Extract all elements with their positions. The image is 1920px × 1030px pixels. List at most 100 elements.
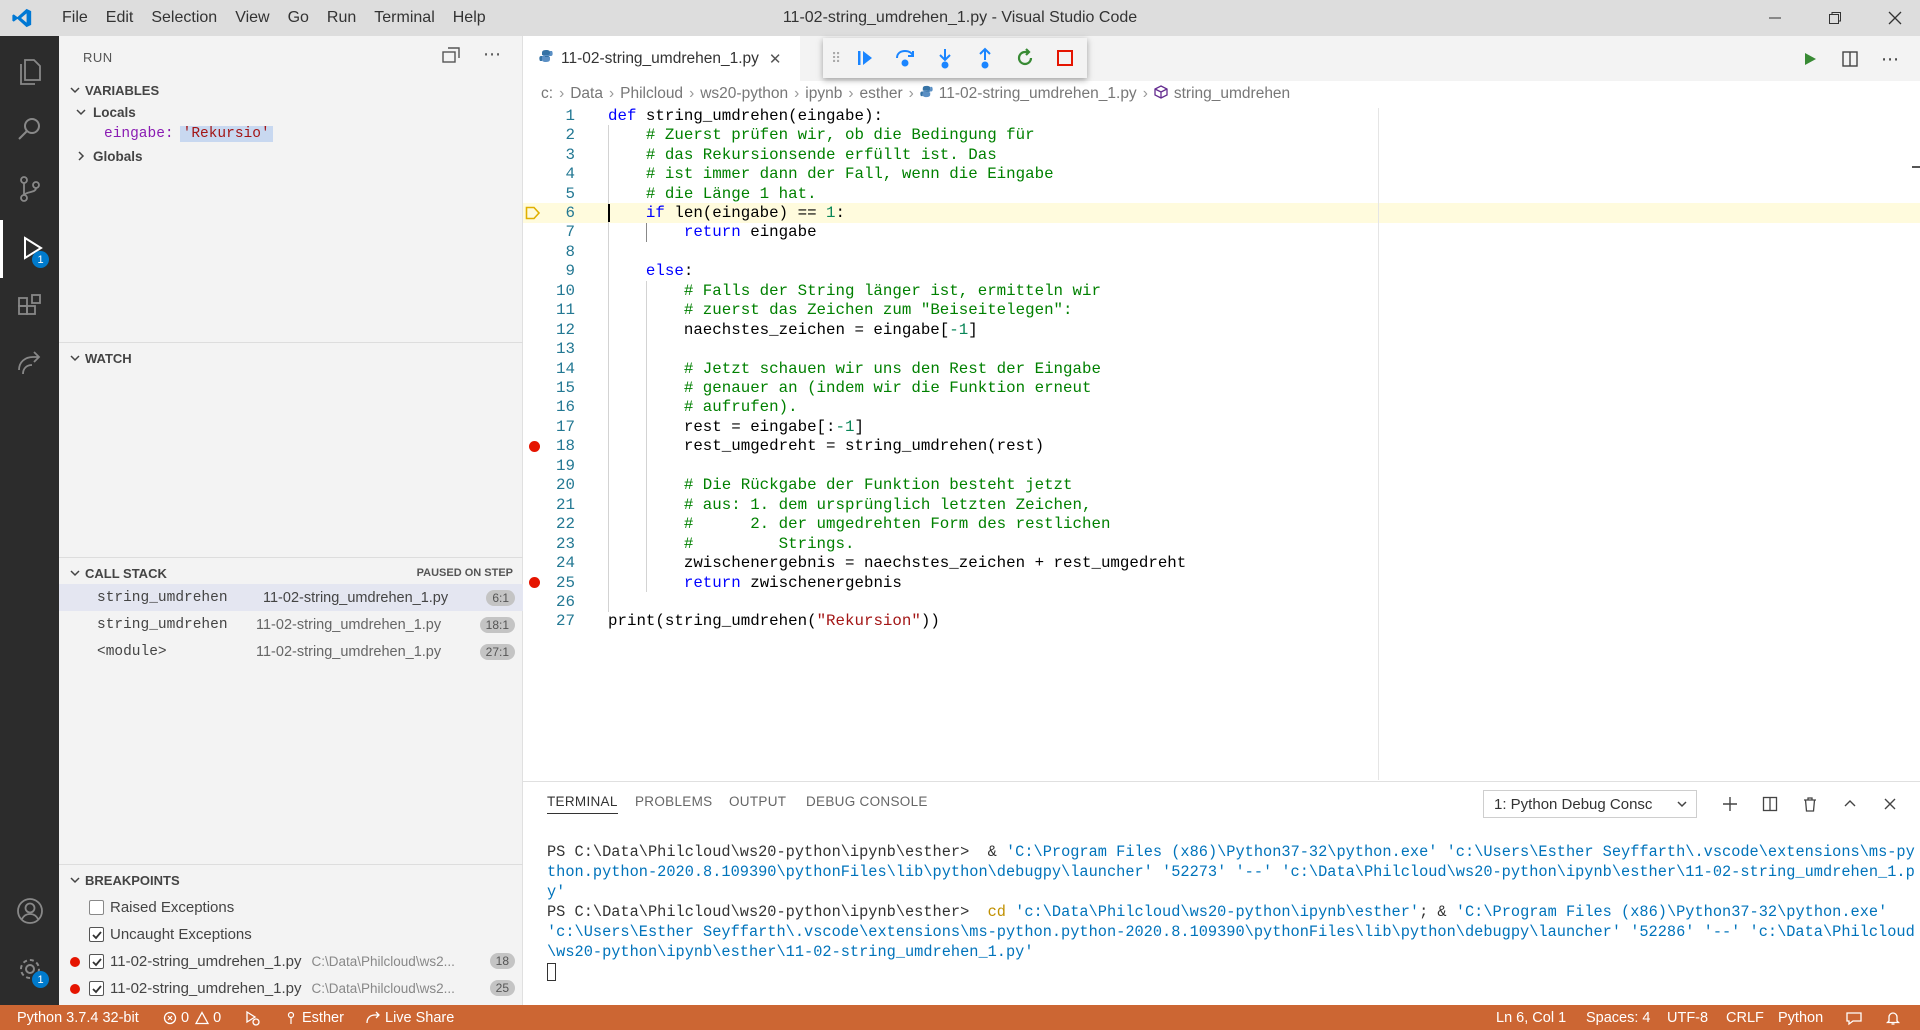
sash[interactable] — [59, 342, 523, 343]
code-line[interactable]: 2 # Zuerst prüfen wir, ob die Bedingung … — [523, 125, 1920, 144]
search-icon[interactable] — [0, 100, 59, 158]
callstack-frame[interactable]: string_umdrehen 11-02-string_umdrehen_1.… — [59, 611, 523, 638]
remote-explorer-icon[interactable] — [0, 334, 59, 392]
checkbox-checked-icon[interactable] — [89, 927, 104, 942]
terminal-output[interactable]: PS C:\Data\Philcloud\ws20-python\ipynb\e… — [547, 842, 1917, 982]
code-line[interactable]: 24 zwischenergebnis = naechstes_zeichen … — [523, 553, 1920, 572]
close-tab-icon[interactable]: ✕ — [769, 50, 782, 68]
breakpoint-uncaught-exceptions[interactable]: Uncaught Exceptions — [59, 921, 523, 948]
accounts-icon[interactable] — [0, 882, 59, 940]
open-launch-config-icon[interactable] — [441, 46, 465, 70]
indentation-status[interactable]: Spaces: 4 — [1586, 1005, 1651, 1030]
variable-eingabe[interactable]: eingabe: 'Rekursio' — [104, 122, 273, 146]
breadcrumb-item[interactable]: string_umdrehen — [1174, 85, 1290, 103]
breadcrumb-item[interactable]: ipynb — [805, 85, 842, 103]
code-line[interactable]: 26 — [523, 592, 1920, 611]
menu-help[interactable]: Help — [444, 0, 495, 36]
breadcrumb-item[interactable]: c: — [541, 85, 553, 103]
split-editor-icon[interactable] — [1833, 42, 1867, 76]
menu-selection[interactable]: Selection — [142, 0, 226, 36]
code-line[interactable]: 21 # aus: 1. dem ursprünglich letzten Ze… — [523, 495, 1920, 514]
menu-view[interactable]: View — [226, 0, 278, 36]
code-line[interactable]: 4 # ist immer dann der Fall, wenn die Ei… — [523, 164, 1920, 183]
code-line[interactable]: 3 # das Rekursionsende erfüllt ist. Das — [523, 145, 1920, 164]
step-over-icon[interactable] — [885, 38, 925, 78]
editor-tab[interactable]: 11-02-string_umdrehen_1.py ✕ — [523, 36, 800, 81]
run-debug-icon[interactable]: 1 — [0, 220, 59, 278]
more-actions-icon[interactable]: ⋯ — [483, 44, 507, 68]
user-status[interactable]: Esther — [285, 1005, 344, 1030]
menu-run[interactable]: Run — [318, 0, 365, 36]
menu-terminal[interactable]: Terminal — [365, 0, 443, 36]
python-interpreter-status[interactable]: Python 3.7.4 32-bit — [17, 1005, 139, 1030]
breakpoint-line-18[interactable]: 11-02-string_umdrehen_1.py C:\Data\Philc… — [59, 948, 523, 975]
locals-scope[interactable]: Locals — [75, 100, 136, 124]
problems-status[interactable]: 0 0 — [163, 1005, 221, 1030]
step-out-icon[interactable] — [965, 38, 1005, 78]
close-panel-icon[interactable] — [1876, 790, 1904, 818]
globals-scope[interactable]: Globals — [75, 144, 143, 168]
split-terminal-icon[interactable] — [1756, 790, 1784, 818]
encoding-status[interactable]: UTF-8 — [1667, 1005, 1708, 1030]
more-actions-icon[interactable]: ⋯ — [1873, 42, 1907, 76]
close-window-button[interactable] — [1872, 0, 1918, 36]
variables-section-header[interactable]: VARIABLES — [59, 78, 523, 102]
settings-gear-icon[interactable]: 1 — [0, 940, 59, 998]
breadcrumb-item[interactable]: esther — [860, 85, 903, 103]
code-line[interactable]: 8 — [523, 242, 1920, 261]
code-line[interactable]: 15 # genauer an (indem wir die Funktion … — [523, 378, 1920, 397]
checkbox-checked-icon[interactable] — [89, 954, 104, 969]
code-line[interactable]: 16 # aufrufen). — [523, 398, 1920, 417]
code-line[interactable]: 17 rest = eingabe[:-1] — [523, 417, 1920, 436]
run-file-icon[interactable] — [1793, 42, 1827, 76]
callstack-frame[interactable]: <module> 11-02-string_umdrehen_1.py 27:1 — [59, 638, 523, 665]
language-mode-status[interactable]: Python — [1778, 1005, 1823, 1030]
new-terminal-icon[interactable] — [1716, 790, 1744, 818]
code-line[interactable]: 27 print(string_umdrehen("Rekursion")) — [523, 612, 1920, 631]
code-line[interactable]: 12 naechstes_zeichen = eingabe[-1] — [523, 320, 1920, 339]
code-line[interactable]: 10 # Falls der String länger ist, ermitt… — [523, 281, 1920, 300]
drag-handle-icon[interactable]: ⠿ — [831, 50, 841, 67]
stop-icon[interactable] — [1045, 38, 1085, 78]
code-line[interactable]: 7 return eingabe — [523, 223, 1920, 242]
tab-terminal[interactable]: TERMINAL — [547, 794, 618, 814]
source-control-icon[interactable] — [0, 160, 59, 218]
sash[interactable] — [59, 864, 523, 865]
tab-debug-console[interactable]: DEBUG CONSOLE — [806, 794, 928, 809]
code-line[interactable]: 25 return zwischenergebnis — [523, 573, 1920, 592]
step-into-icon[interactable] — [925, 38, 965, 78]
checkbox-unchecked[interactable] — [89, 900, 104, 915]
breakpoint-raised-exceptions[interactable]: Raised Exceptions — [59, 894, 523, 921]
code-line[interactable]: 5 # die Länge 1 hat. — [523, 184, 1920, 203]
menu-edit[interactable]: Edit — [97, 0, 143, 36]
eol-status[interactable]: CRLF — [1726, 1005, 1764, 1030]
sash[interactable] — [59, 557, 523, 558]
breadcrumb-item[interactable]: ws20-python — [700, 85, 788, 103]
menu-file[interactable]: File — [53, 0, 97, 36]
code-line[interactable]: 19 — [523, 456, 1920, 475]
debug-status-icon[interactable] — [243, 1005, 261, 1030]
code-line[interactable]: 22 # 2. der umgedrehten Form des restlic… — [523, 514, 1920, 533]
breakpoint-line-25[interactable]: 11-02-string_umdrehen_1.py C:\Data\Philc… — [59, 975, 523, 1002]
terminal-select[interactable]: 1: Python Debug Consc — [1483, 790, 1697, 818]
breadcrumb-item[interactable]: Data — [570, 85, 603, 103]
code-line[interactable]: 13 — [523, 339, 1920, 358]
menu-go[interactable]: Go — [279, 0, 318, 36]
notifications-bell-icon[interactable] — [1885, 1005, 1901, 1030]
tab-problems[interactable]: PROBLEMS — [635, 794, 712, 809]
cursor-position-status[interactable]: Ln 6, Col 1 — [1496, 1005, 1566, 1030]
live-share-status[interactable]: Live Share — [365, 1005, 454, 1030]
restart-icon[interactable] — [1005, 38, 1045, 78]
trash-icon[interactable] — [1796, 790, 1824, 818]
restore-button[interactable] — [1812, 0, 1858, 36]
maximize-panel-icon[interactable] — [1836, 790, 1864, 818]
minimize-button[interactable] — [1752, 0, 1798, 36]
code-line[interactable]: 1 def string_umdrehen(eingabe): — [523, 106, 1920, 125]
code-line[interactable]: 23 # Strings. — [523, 534, 1920, 553]
breakpoints-section-header[interactable]: BREAKPOINTS — [59, 868, 523, 892]
callstack-section-header[interactable]: CALL STACK PAUSED ON STEP — [59, 561, 523, 585]
extensions-icon[interactable] — [0, 278, 59, 336]
watch-section-header[interactable]: WATCH — [59, 346, 523, 370]
callstack-frame[interactable]: string_umdrehen 11-02-string_umdrehen_1.… — [59, 584, 523, 611]
code-line[interactable]: 9 else: — [523, 262, 1920, 281]
